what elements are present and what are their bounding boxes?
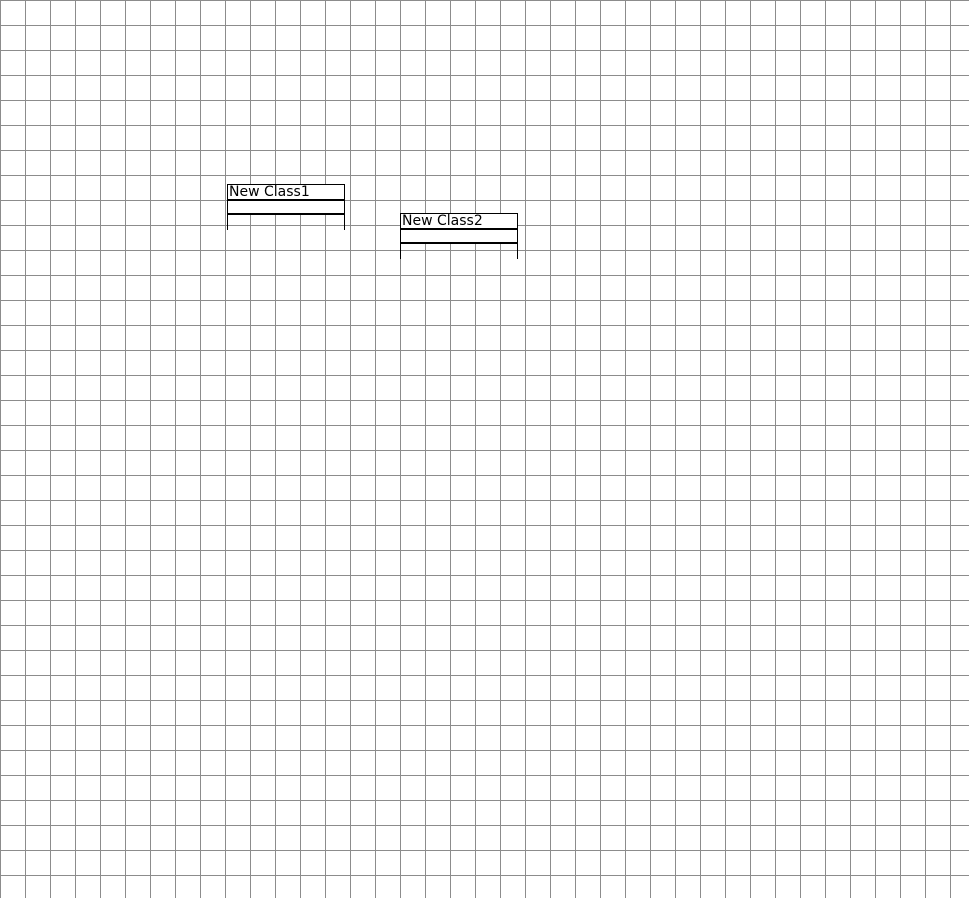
class-attributes-compartment[interactable] [400,228,518,244]
diagram-canvas[interactable]: New Class1 New Class2 [0,0,969,898]
class-operations-compartment[interactable] [227,215,345,230]
uml-class-box[interactable]: New Class1 [227,184,345,230]
class-operations-compartment[interactable] [400,244,518,259]
class-name[interactable]: New Class1 [227,184,345,199]
class-attributes-compartment[interactable] [227,199,345,215]
class-name[interactable]: New Class2 [400,213,518,228]
uml-class-box[interactable]: New Class2 [400,213,518,259]
